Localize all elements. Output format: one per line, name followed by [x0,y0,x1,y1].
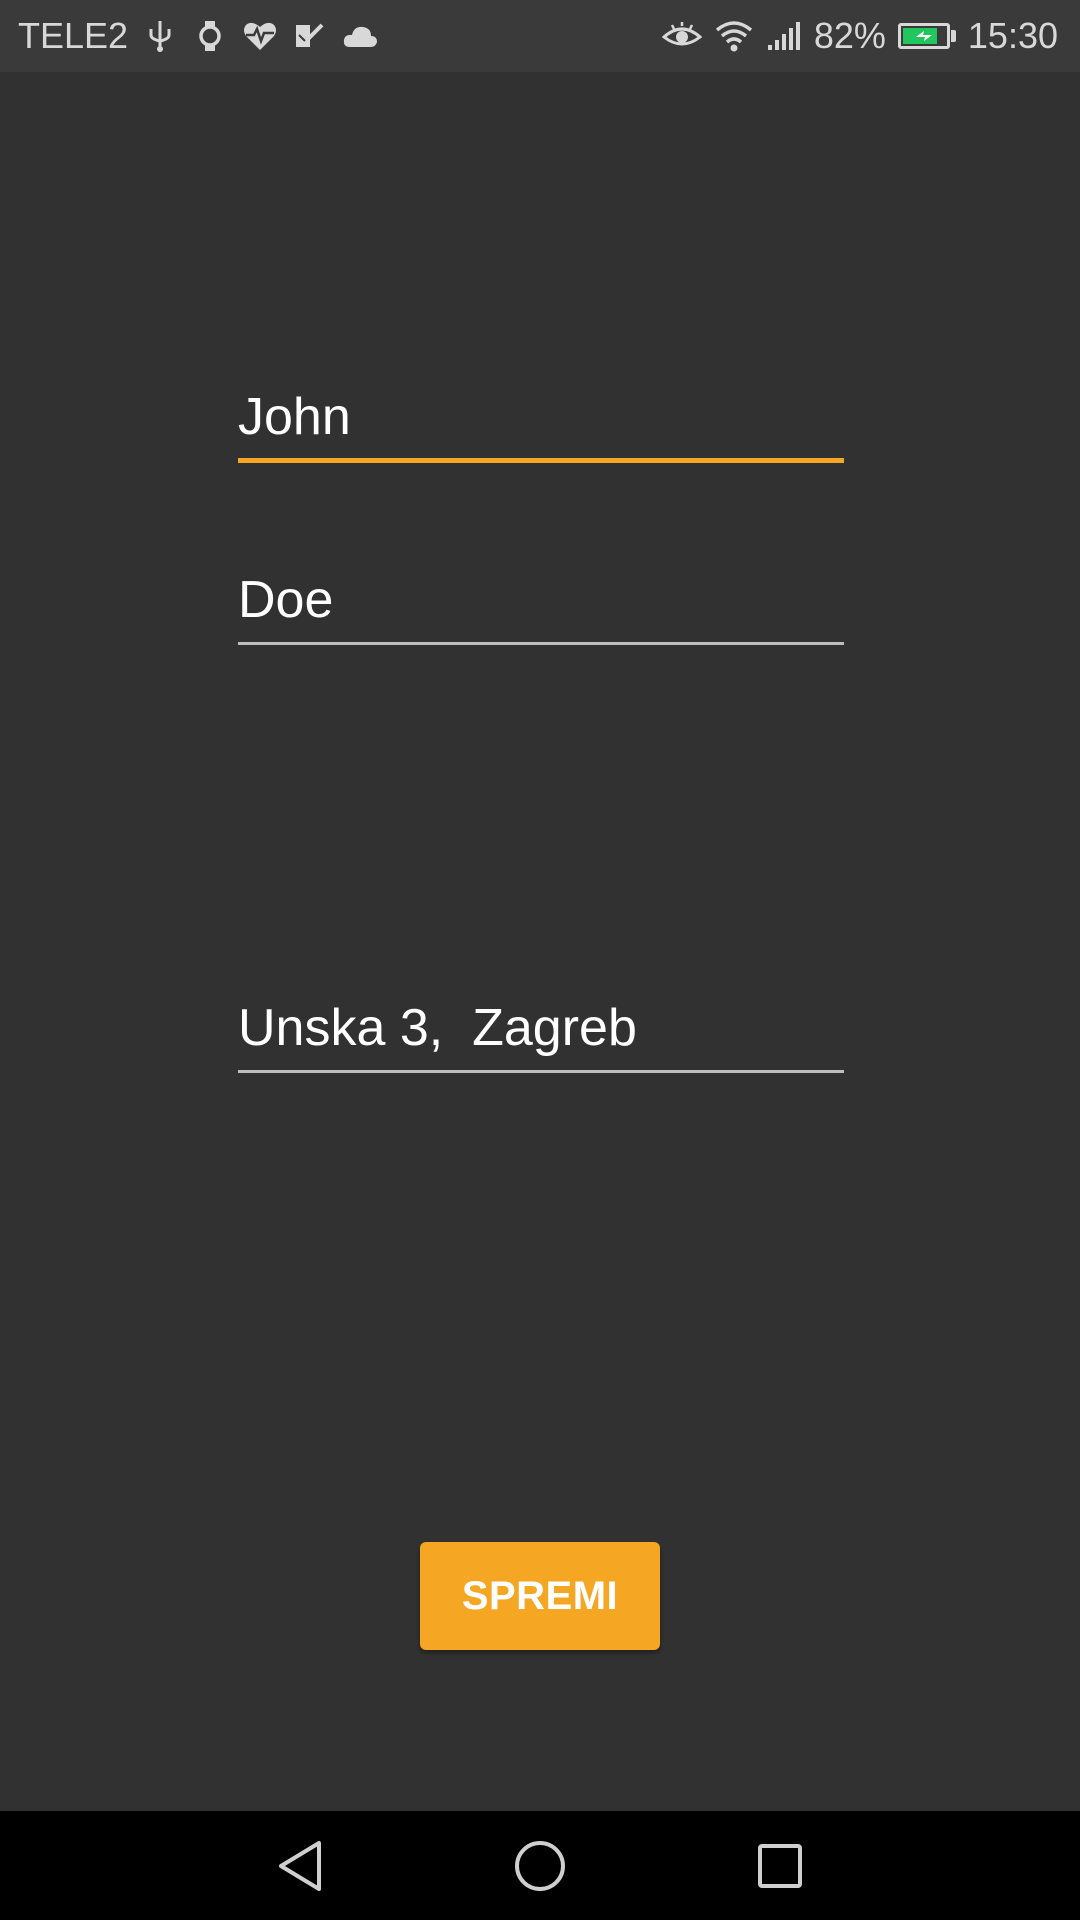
last-name-value[interactable]: Doe [238,570,844,630]
address-underline [238,1070,844,1073]
status-left: TELE2 [18,0,378,72]
home-icon[interactable] [480,1811,600,1920]
battery-cap [950,30,956,42]
eye-icon [661,18,702,54]
signal-icon [766,18,802,54]
watch-icon [192,18,228,54]
save-button[interactable]: SPREMI [420,1542,660,1650]
wifi-icon [714,18,754,54]
battery-charging-icon [897,23,956,49]
app-screen: TELE2 82% 15:30 John Doe Unska 3, Zagreb… [0,0,1080,1920]
status-bar: TELE2 82% 15:30 [0,0,1080,72]
address-field[interactable]: Unska 3, Zagreb [238,998,844,1073]
charging-bolt-icon [915,31,932,41]
back-icon[interactable] [240,1811,360,1920]
carrier-name: TELE2 [18,15,129,56]
tasks-icon [292,18,328,54]
usb-icon [142,18,178,54]
battery-body [897,23,950,49]
recents-icon[interactable] [720,1811,840,1920]
battery-percent: 82% [813,15,886,56]
address-value[interactable]: Unska 3, Zagreb [238,998,844,1058]
cloud-icon [342,18,378,54]
first-name-underline [238,458,844,463]
navigation-bar [0,1811,1080,1920]
status-right: 82% 15:30 [661,0,1058,72]
last-name-underline [238,642,844,645]
first-name-field[interactable]: John [238,387,844,463]
last-name-field[interactable]: Doe [238,570,844,645]
heart-rate-icon [242,18,278,54]
clock: 15:30 [967,15,1058,56]
first-name-value[interactable]: John [238,387,844,447]
